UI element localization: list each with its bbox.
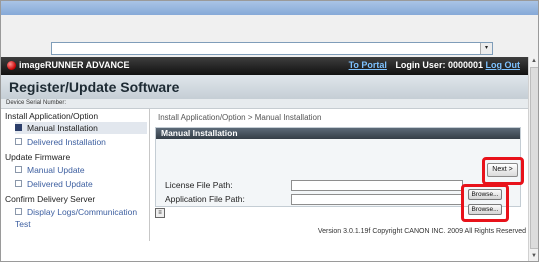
device-serial-label: Device Serial Number: [6,100,67,106]
browser-toolbar [1,15,538,40]
serial-number-bar: Device Serial Number: [1,99,528,109]
browser-window: ▾ imageRUNNER ADVANCE To Portal Login Us… [0,0,539,262]
browser-address-bar: ▾ [1,39,538,58]
sidebar: Install Application/Option Manual Instal… [1,109,150,241]
bullet-icon [15,208,22,216]
application-file-path-input[interactable] [291,194,463,205]
collapse-menu-icon[interactable]: ≡ [155,208,165,218]
sidebar-item-delivered-installation[interactable]: Delivered Installation [15,136,147,148]
sidebar-item-label: Display Logs/Communication Test [15,207,138,229]
sidebar-item-manual-update[interactable]: Manual Update [15,164,147,176]
login-user-text: Login User: 0000001 [395,60,483,70]
header-links: To Portal Login User: 0000001 Log Out [349,60,520,70]
sidebar-item-label: Delivered Installation [27,137,106,147]
bullet-icon [15,124,22,132]
application-file-path-label: Application File Path: [165,194,245,204]
sidebar-item-label: Delivered Update [27,179,93,189]
browse-buttons-highlight [461,184,509,222]
sidebar-category-install: Install Application/Option [5,111,99,121]
address-input[interactable]: ▾ [51,42,493,55]
sidebar-item-delivered-update[interactable]: Delivered Update [15,178,147,190]
copyright-footer: Version 3.0.1.19f Copyright CANON INC. 2… [317,228,526,235]
breadcrumb: Install Application/Option > Manual Inst… [158,113,322,122]
vertical-scrollbar[interactable]: ▲ ▼ [528,57,538,261]
to-portal-link[interactable]: To Portal [349,60,387,70]
scroll-up-icon[interactable]: ▲ [529,57,538,66]
app-header: imageRUNNER ADVANCE To Portal Login User… [1,57,528,75]
canon-logo-icon [7,61,16,70]
scroll-thumb[interactable] [530,67,538,249]
section-header: Manual Installation [156,128,520,139]
sidebar-item-manual-installation[interactable]: Manual Installation [15,122,147,134]
logout-link[interactable]: Log Out [486,60,521,70]
license-file-path-label: License File Path: [165,180,233,190]
product-name: imageRUNNER ADVANCE [19,60,130,70]
license-file-path-input[interactable] [291,180,463,191]
bullet-icon [15,138,22,146]
chevron-down-icon: ▾ [484,45,488,51]
sidebar-item-display-logs[interactable]: Display Logs/Communication Test [15,206,147,229]
main-content: Install Application/Option > Manual Inst… [150,109,528,241]
sidebar-category-confirm: Confirm Delivery Server [5,194,96,204]
sidebar-item-label: Manual Installation [27,123,98,133]
next-button-highlight [482,157,524,185]
section-title: Manual Installation [161,128,238,138]
page-title: Register/Update Software [9,79,180,95]
scroll-down-icon[interactable]: ▼ [529,252,538,261]
sidebar-item-label: Manual Update [27,165,85,175]
bullet-icon [15,180,22,188]
browser-title-bar [1,1,538,15]
bullet-icon [15,166,22,174]
manual-installation-panel: Manual Installation Next > License File … [155,127,524,222]
sidebar-category-update: Update Firmware [5,152,71,162]
address-dropdown-button[interactable]: ▾ [480,43,492,54]
title-band: Register/Update Software [1,75,528,100]
